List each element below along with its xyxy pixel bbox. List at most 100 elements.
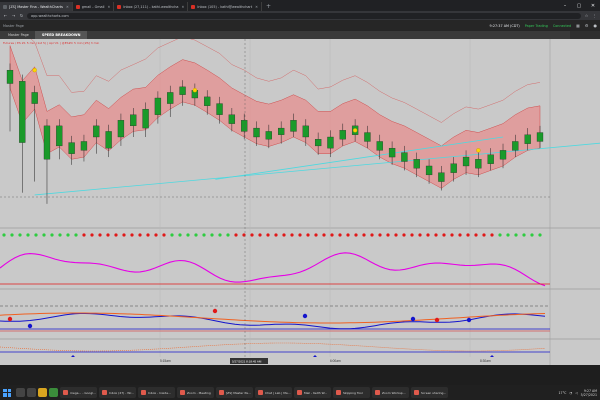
close-tab-icon[interactable]: ✕ [255,5,258,9]
url-field[interactable]: app.wealthcharts.com [27,12,581,19]
tab-master-page[interactable]: Master Page [2,31,36,39]
chrome-icon[interactable] [49,388,58,397]
taskbar-item[interactable]: Inbox (27) - Wr... [99,387,136,398]
candle-bull [216,103,223,115]
search-icon[interactable] [16,388,25,397]
signal-dot [338,233,342,237]
taskbar-item[interactable]: Screen sharing... [411,387,448,398]
taskbar-item[interactable]: [ZS] Master Pa... [216,387,253,398]
signal-dot [74,233,78,237]
candle-bull [327,136,334,149]
momentum-marker [7,316,13,322]
signal-dot [482,233,486,237]
forward-arrow-icon[interactable]: → [11,13,16,18]
taskbar-clock[interactable]: 9:27 AM 5/27/2021 [581,389,597,397]
taskbar-item[interactable]: Zoom - Meeting [177,387,214,398]
volume-icon[interactable]: ◁ [575,391,577,395]
momentum-marker [410,316,416,322]
candle-bull [179,86,186,95]
reload-icon[interactable]: ↻ [19,13,24,18]
windows-start-icon[interactable] [3,388,11,397]
signal-dot [466,233,470,237]
signal-dot [90,233,94,237]
tab-speed-breakdown[interactable]: SPEED BREAKDOWN [35,31,88,39]
signal-dot [314,233,318,237]
browser-tab-gmail[interactable]: gmail - Gmail ✕ [73,2,115,11]
task-view-icon[interactable] [27,388,36,397]
back-arrow-icon[interactable]: ← [3,13,8,18]
candle-bull [462,156,470,167]
signal-dot [370,233,374,237]
close-tab-icon[interactable]: ✕ [66,5,69,9]
signal-dot [362,233,366,237]
browser-tab-inbox-1[interactable]: Inbox (27,111) - kathi.wealthcha ✕ [114,2,189,11]
momentum-marker [27,323,33,329]
signal-dot [274,233,278,237]
momentum-marker [302,313,308,319]
taskbar-time: 9:27 AM [583,388,597,393]
grid-icon[interactable]: ▦ [576,23,580,28]
signal-dot [42,233,46,237]
taskbar-item[interactable]: mega... - Googl... [60,387,97,398]
momentum-marker [434,317,440,323]
taskbar-item[interactable]: Skipping Tool [333,387,370,398]
signal-dot [418,233,422,237]
candle-bull [117,120,125,138]
signal-dot [458,233,462,237]
close-tab-icon[interactable]: ✕ [182,5,185,9]
taskbar-item[interactable]: Chat | Lab | Ma... [255,387,292,398]
signal-dot [266,233,270,237]
signal-dot [530,233,534,237]
close-tab-icon[interactable]: ✕ [107,5,110,9]
candle-bull [80,141,88,151]
browser-tab-inbox-2[interactable]: Inbox (105) - kathi@wealthchart ✕ [188,2,263,11]
new-tab-button[interactable]: + [262,2,275,11]
signal-dot [442,233,446,237]
candle-bull [499,150,507,160]
maximize-icon[interactable]: ▢ [572,3,586,9]
taskbar-item[interactable]: Inbox - Inside... [138,387,175,398]
app-icon [336,390,341,395]
candle-bull [105,131,112,149]
tab-row-filler [570,31,600,39]
close-window-icon[interactable]: ✕ [586,3,600,9]
signal-dot [290,233,294,237]
signal-dot [162,233,166,237]
signal-dot [202,233,206,237]
file-explorer-icon[interactable] [38,388,47,397]
taskbar-item[interactable]: Zoom Worksp... [372,387,409,398]
toolbar-page-name[interactable]: Master Page [3,24,24,28]
signal-dot [2,233,6,237]
candle-bull [241,120,248,132]
browser-tab-label: [ZS] Master Fina - WealthCharts [9,4,63,9]
signal-dot [306,233,310,237]
oscillator-line [0,252,546,287]
signal-dot [98,233,102,237]
signal-dot [506,233,510,237]
menu-dots-icon[interactable]: ⋮ [592,13,597,18]
signal-dot [114,233,118,237]
browser-tab-wealthcharts[interactable]: [ZS] Master Fina - WealthCharts ✕ [0,2,73,11]
minimize-icon[interactable]: – [558,3,572,9]
chart-svg[interactable]: 5:15am 6:00am 8:30am 5/27/2021 8:18:45 AM [0,39,600,365]
signal-dot [410,233,414,237]
taskbar-item-label: Skipping Tool [343,390,363,395]
wealthcharts-favicon-icon [3,4,7,9]
weather-temperature[interactable]: 17°C [559,391,567,395]
candle-bull [438,172,445,182]
network-icon[interactable]: ◔ [569,391,572,395]
signal-dot [66,233,70,237]
paper-trading-status[interactable]: Paper Trading [525,24,548,28]
taskbar-item[interactable]: Mail - Keith W... [294,387,331,398]
signal-dot [298,233,302,237]
browser-tab-label: gmail - Gmail [81,4,105,9]
signal-marker [192,88,198,93]
chart-area[interactable]: 5:15am 6:00am 8:30am 5/27/2021 8:18:45 AM F… [0,39,600,365]
signal-dot [378,233,382,237]
histogram-line [0,342,546,352]
candle-bull [475,159,482,169]
candle-bull [388,147,396,158]
settings-gear-icon[interactable]: ⚙ [585,23,589,28]
user-avatar-icon[interactable]: ● [594,23,598,28]
star-icon[interactable]: ☆ [584,13,589,18]
